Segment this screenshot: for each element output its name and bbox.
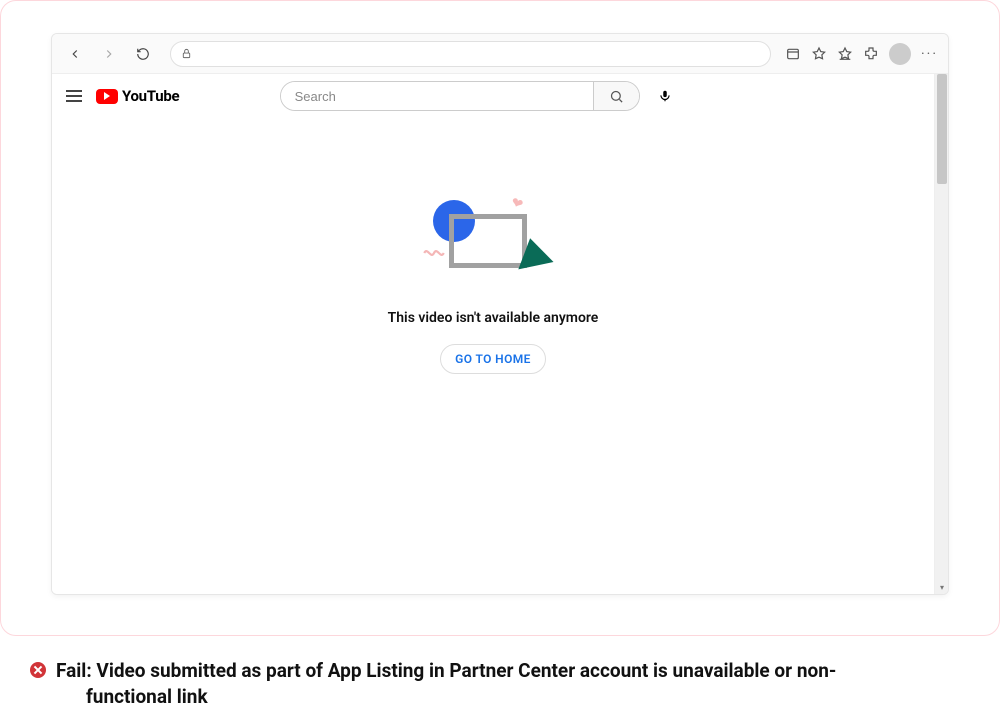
unavailable-illustration: ❤ [423, 196, 563, 286]
vertical-scrollbar[interactable]: ▾ [934, 74, 948, 594]
lock-icon [181, 48, 192, 59]
youtube-header: YouTube [52, 74, 934, 118]
search-input[interactable] [281, 82, 593, 110]
page-body: ❤ This video isn't available anymore GO … [52, 118, 934, 374]
fail-text-line2: functional link [56, 684, 836, 710]
youtube-play-icon [96, 89, 118, 104]
search-container [193, 81, 766, 111]
extensions-icon[interactable] [863, 46, 879, 62]
browser-content: YouTube [52, 74, 948, 594]
fail-caption-text: Fail: Video submitted as part of App Lis… [56, 658, 836, 709]
browser-toolbar-right: ··· [785, 43, 938, 65]
refresh-button[interactable] [130, 41, 156, 67]
search-box [280, 81, 640, 111]
browser-toolbar: ··· [52, 34, 948, 74]
search-button[interactable] [593, 82, 639, 110]
voice-search-button[interactable] [650, 81, 680, 111]
unavailable-message: This video isn't available anymore [388, 310, 599, 326]
error-icon [30, 662, 46, 678]
illustration-triangle-icon [512, 235, 553, 270]
fail-caption: Fail: Video submitted as part of App Lis… [30, 658, 980, 709]
more-icon[interactable]: ··· [921, 46, 938, 62]
youtube-logo[interactable]: YouTube [96, 87, 179, 105]
illustration-heart-icon: ❤ [509, 194, 525, 213]
tab-actions-icon[interactable] [785, 46, 801, 62]
example-card: ··· YouTube [0, 0, 1000, 636]
illustration-squiggle-icon [421, 240, 447, 266]
youtube-page: YouTube [52, 74, 934, 594]
scrollbar-down-arrow[interactable]: ▾ [935, 580, 949, 594]
browser-window: ··· YouTube [51, 33, 949, 595]
go-home-button[interactable]: GO TO HOME [440, 344, 546, 374]
scrollbar-thumb[interactable] [937, 74, 947, 184]
forward-button[interactable] [96, 41, 122, 67]
address-bar[interactable] [170, 41, 771, 67]
profile-avatar[interactable] [889, 43, 911, 65]
youtube-logo-text: YouTube [122, 87, 179, 105]
favorites-icon[interactable] [837, 46, 853, 62]
favorites-star-icon[interactable] [811, 46, 827, 62]
fail-text-line1: Fail: Video submitted as part of App Lis… [56, 659, 836, 682]
menu-button[interactable] [66, 90, 82, 102]
back-button[interactable] [62, 41, 88, 67]
